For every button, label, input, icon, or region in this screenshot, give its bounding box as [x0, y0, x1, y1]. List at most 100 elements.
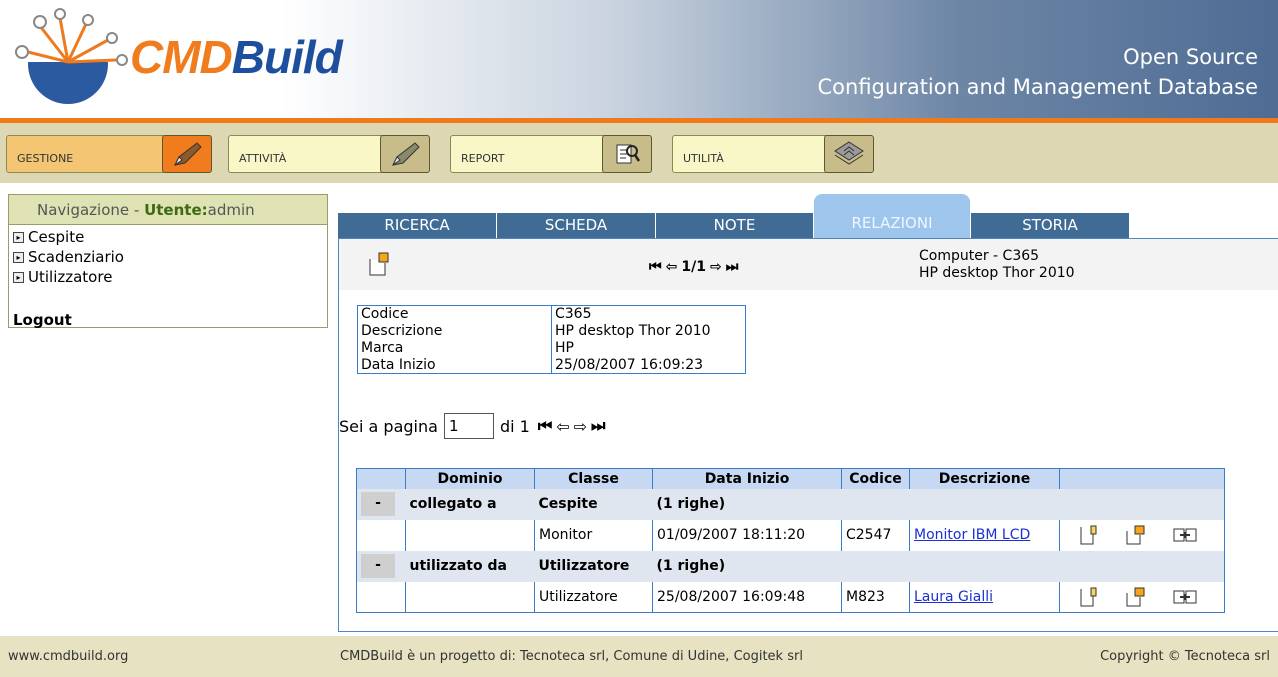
group-class: Utilizzatore: [534, 550, 653, 582]
menu-utilita-label[interactable]: UTILITÀ: [672, 135, 832, 173]
tab-note[interactable]: NOTE: [656, 213, 813, 239]
delete-relation-icon[interactable]: [1172, 525, 1198, 545]
card-key: Marca: [357, 339, 552, 357]
menu-gestione-label[interactable]: GESTIONE: [6, 135, 166, 173]
menu-report-label[interactable]: REPORT: [450, 135, 610, 173]
tab-relazioni[interactable]: RELAZIONI: [814, 194, 970, 240]
tab-scheda[interactable]: SCHEDA: [497, 213, 655, 239]
navigation-title: Navigazione - Utente:admin: [9, 195, 327, 225]
relations-header-row: Dominio Classe Data Inizio Codice Descri…: [356, 468, 1225, 489]
tab-storia[interactable]: STORIA: [971, 213, 1129, 239]
group-toggle-cell: -: [356, 488, 406, 520]
new-card-icon[interactable]: [1124, 586, 1146, 608]
page-number-input[interactable]: [443, 413, 494, 439]
pen-icon[interactable]: [380, 135, 430, 173]
nav-item-scadenziario[interactable]: ▸ Scadenziario: [13, 247, 327, 267]
tagline-line2: Configuration and Management Database: [817, 75, 1259, 99]
footer-credits: CMDBuild è un progetto di: Tecnoteca srl…: [340, 649, 803, 664]
card-value: C365: [551, 305, 746, 323]
delete-relation-icon[interactable]: [1172, 587, 1198, 607]
navigation-title-text: Navigazione -: [37, 201, 145, 219]
tab-ricerca[interactable]: RICERCA: [338, 213, 496, 239]
group-domain: collegato a: [405, 488, 535, 520]
group-count: (1 righe): [652, 550, 1225, 582]
brand-name: CMDBuild: [130, 30, 343, 84]
actions-column-header: [1059, 468, 1225, 489]
footer-website[interactable]: www.cmdbuild.org: [8, 649, 128, 664]
card-value: HP desktop Thor 2010: [551, 322, 746, 340]
first-page-icon[interactable]: ⏮: [538, 416, 552, 436]
pager-prefix: Sei a pagina: [339, 416, 438, 436]
card-row: Codice C365: [357, 305, 746, 323]
row-code: C2547: [841, 519, 910, 551]
pen-icon[interactable]: [162, 135, 212, 173]
row-date: 25/08/2007 16:09:48: [652, 581, 842, 613]
empty-cell: [356, 581, 406, 613]
card-toolbar: ⏮ ⇦ 1/1 ⇨ ⏭ Computer - C365 HP desktop T…: [339, 239, 1278, 290]
group-toggle-cell: -: [356, 550, 406, 582]
last-page-icon[interactable]: ⏭: [726, 259, 739, 275]
empty-cell: [356, 519, 406, 551]
logo-graph-icon: [15, 8, 128, 104]
card-pager: ⏮ ⇦ 1/1 ⇨ ⏭: [649, 259, 738, 275]
new-card-icon[interactable]: [1124, 524, 1146, 546]
expand-icon[interactable]: ▸: [13, 231, 24, 243]
row-description: Monitor IBM LCD: [909, 519, 1060, 551]
column-header-codice: Codice: [841, 468, 910, 489]
tagline-line1: Open Source: [1123, 45, 1258, 69]
report-magnifier-icon[interactable]: [602, 135, 652, 173]
stack-icon[interactable]: [824, 135, 874, 173]
description-link[interactable]: Laura Gialli: [914, 589, 993, 605]
row-actions: [1059, 519, 1225, 551]
prev-page-icon[interactable]: ⇦: [666, 259, 678, 275]
first-page-icon[interactable]: ⏮: [649, 259, 662, 275]
user-name: admin: [207, 201, 255, 219]
card-row: Descrizione HP desktop Thor 2010: [357, 322, 746, 340]
card-row: Marca HP: [357, 339, 746, 357]
group-domain: utilizzato da: [405, 550, 535, 582]
nav-item-label[interactable]: Utilizzatore: [28, 268, 112, 286]
pager-suffix: di 1: [499, 416, 530, 436]
expand-icon[interactable]: ▸: [13, 271, 24, 283]
menu-attivita-label[interactable]: ATTIVITÀ: [228, 135, 388, 173]
relations-table: Dominio Classe Data Inizio Codice Descri…: [356, 468, 1225, 613]
card-title-line2: HP desktop Thor 2010: [919, 265, 1075, 281]
cmdbuild-logo: CMDBuild: [4, 4, 354, 114]
column-header-dominio: Dominio: [405, 468, 535, 489]
nav-item-cespite[interactable]: ▸ Cespite: [13, 227, 327, 247]
row-date: 01/09/2007 18:11:20: [652, 519, 842, 551]
relation-group-row: - collegato a Cespite (1 righe): [356, 488, 1225, 520]
row-class: Monitor: [534, 519, 653, 551]
nav-item-label[interactable]: Cespite: [28, 228, 84, 246]
column-header-data-inizio: Data Inizio: [652, 468, 842, 489]
group-count: (1 righe): [652, 488, 1225, 520]
description-link[interactable]: Monitor IBM LCD: [914, 527, 1030, 543]
brand-build: Build: [231, 31, 343, 83]
edit-relation-icon[interactable]: [1078, 524, 1098, 546]
nav-item-utilizzatore[interactable]: ▸ Utilizzatore: [13, 267, 327, 287]
prev-page-icon[interactable]: ⇦: [556, 417, 569, 436]
card-value: HP: [551, 339, 746, 357]
empty-cell: [405, 519, 535, 551]
column-header-descrizione: Descrizione: [909, 468, 1060, 489]
collapse-group-button[interactable]: -: [361, 492, 395, 516]
card-info-table: Codice C365 Descrizione HP desktop Thor 20…: [357, 305, 746, 374]
next-page-icon[interactable]: ⇨: [574, 417, 587, 436]
next-page-icon[interactable]: ⇨: [710, 259, 722, 275]
nav-item-label[interactable]: Scadenziario: [28, 248, 124, 266]
card-title: Computer - C365 HP desktop Thor 2010: [919, 248, 1075, 282]
tagline: Open Source Configuration and Management…: [818, 42, 1259, 102]
last-page-icon[interactable]: ⏭: [591, 416, 605, 436]
navigation-list: ▸ Cespite ▸ Scadenziario ▸ Utilizzatore: [9, 225, 327, 287]
expand-icon[interactable]: ▸: [13, 251, 24, 263]
toggle-column-header: [356, 468, 406, 489]
collapse-group-button[interactable]: -: [361, 554, 395, 578]
edit-relation-icon[interactable]: [1078, 586, 1098, 608]
card-key: Codice: [357, 305, 552, 323]
card-row: Data Inizio 25/08/2007 16:09:23: [357, 356, 746, 374]
group-class: Cespite: [534, 488, 653, 520]
new-card-icon[interactable]: [367, 251, 391, 277]
row-actions: [1059, 581, 1225, 613]
logout-link[interactable]: Logout: [13, 311, 72, 329]
relations-pager: Sei a pagina di 1 ⏮ ⇦ ⇨ ⏭: [339, 413, 605, 439]
